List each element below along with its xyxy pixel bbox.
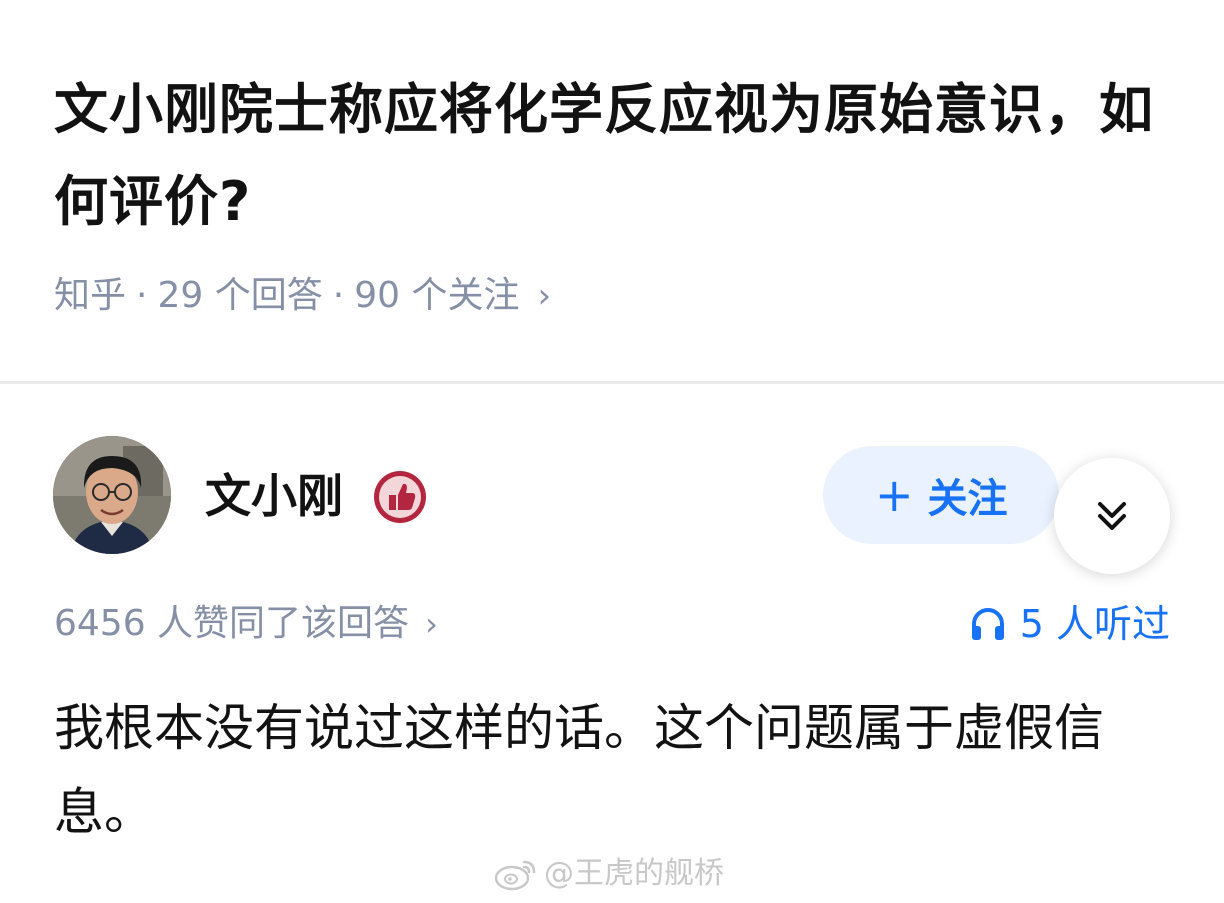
- chevron-right-icon: ›: [425, 605, 438, 643]
- question-title[interactable]: 文小刚院士称应将化学反应视为原始意识，如何评价?: [54, 64, 1164, 248]
- answer-page: 文小刚院士称应将化学反应视为原始意识，如何评价? 知乎 · 29 个回答 · 90 个关…: [0, 0, 1224, 903]
- plus-icon: +: [875, 468, 914, 522]
- author-name[interactable]: 文小刚: [205, 466, 343, 526]
- follow-button[interactable]: + 关注: [823, 446, 1059, 544]
- question-meta[interactable]: 知乎 · 29 个回答 · 90 个关注 ›: [54, 270, 551, 322]
- upvote-stats[interactable]: 6456 人赞同了该回答 ›: [54, 598, 438, 650]
- chevron-right-icon: ›: [537, 276, 552, 316]
- upvote-text: 6456 人赞同了该回答: [54, 603, 410, 644]
- listen-text: 5 人听过: [1019, 602, 1170, 646]
- follow-label: 关注: [927, 476, 1008, 522]
- answer-count: 29 个回答: [157, 275, 323, 316]
- listen-button[interactable]: 5 人听过: [968, 598, 1170, 650]
- thumbs-up-badge-icon: [372, 469, 428, 525]
- follower-count: 90 个关注: [354, 275, 520, 316]
- meta-separator: ·: [332, 275, 345, 316]
- watermark: @王虎的舰桥: [494, 852, 724, 896]
- watermark-text: @王虎的舰桥: [544, 856, 724, 891]
- divider: [0, 381, 1224, 384]
- answer-content: 我根本没有说过这样的话。这个问题属于虚假信息。: [54, 699, 1104, 841]
- collapse-button[interactable]: [1054, 458, 1170, 574]
- source-label: 知乎: [54, 275, 127, 316]
- weibo-logo-icon: [494, 860, 536, 891]
- double-chevron-down-icon: [1098, 502, 1126, 530]
- meta-separator: ·: [136, 275, 148, 316]
- avatar[interactable]: [53, 436, 171, 554]
- headphones-icon: [971, 608, 1004, 640]
